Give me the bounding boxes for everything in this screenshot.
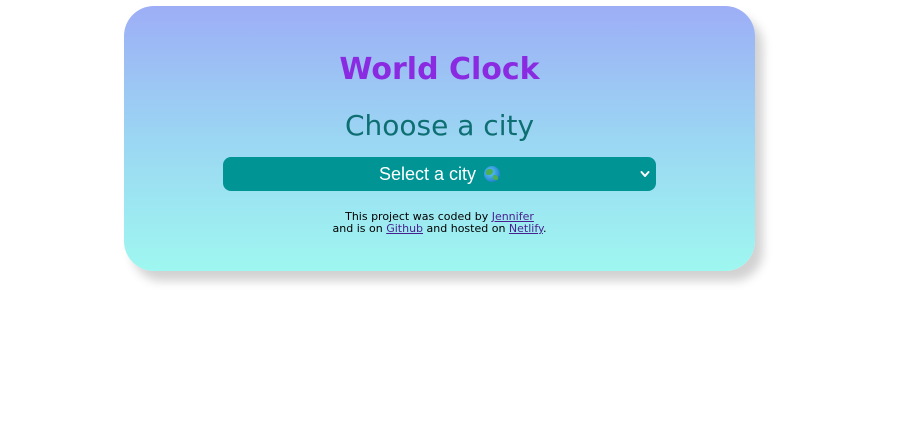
footer-is-on-text: and is on bbox=[332, 222, 387, 235]
city-select-label: Select a city bbox=[378, 164, 477, 184]
city-select-value: Select a city bbox=[223, 157, 656, 191]
chevron-down-icon bbox=[640, 171, 650, 177]
footer-hosted-on-text: and hosted on bbox=[423, 222, 509, 235]
globe-icon bbox=[484, 166, 501, 182]
github-link[interactable]: Github bbox=[386, 222, 423, 235]
footer-line-2: and is on Github and hosted on Netlify. bbox=[124, 223, 755, 235]
city-select[interactable]: Select a city bbox=[223, 157, 656, 191]
world-clock-card: World Clock Choose a city Select a city … bbox=[124, 6, 755, 271]
choose-city-heading: Choose a city bbox=[344, 109, 535, 142]
footer-credits: This project was coded by Jennifer and i… bbox=[124, 211, 755, 235]
footer-period: . bbox=[542, 222, 547, 235]
page-title: World Clock bbox=[339, 52, 540, 87]
netlify-link[interactable]: Netlify bbox=[509, 222, 543, 235]
